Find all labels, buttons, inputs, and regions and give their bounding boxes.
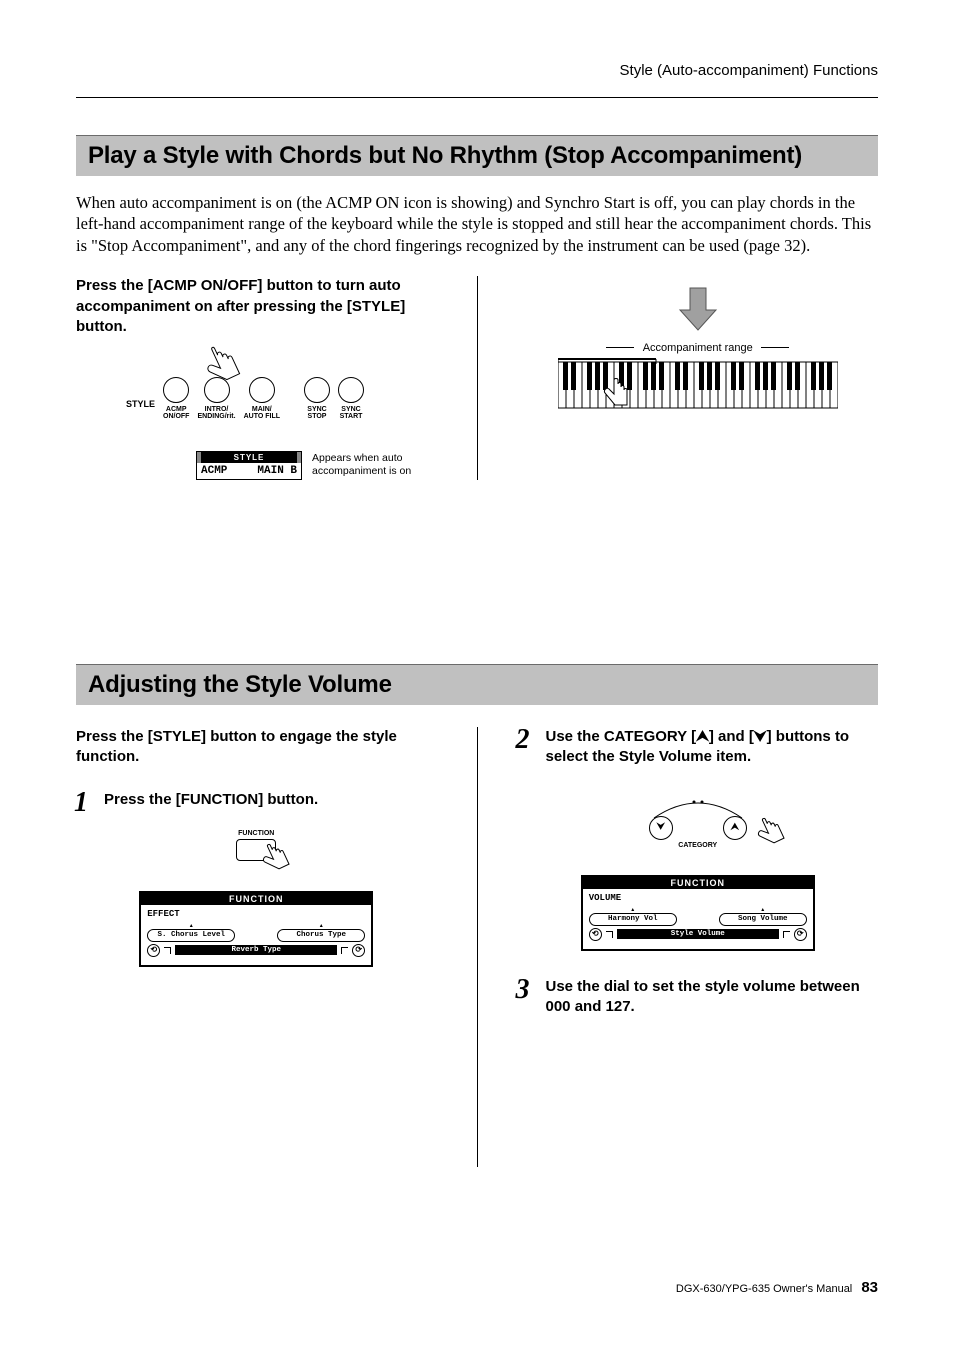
knob-left-icon: ⟲	[147, 944, 160, 957]
section-style-volume: Adjusting the Style Volume Press the [ST…	[76, 664, 878, 1167]
step-1: 1 Press the [FUNCTION] button.	[76, 790, 437, 810]
section-title-bar-2: Adjusting the Style Volume	[76, 664, 878, 705]
category-down-icon: ⮟	[754, 728, 767, 745]
arrow-down-icon	[678, 286, 718, 332]
function-lcd-a: FUNCTION EFFECT ▴ S. Chorus Level ▴ Chor…	[139, 891, 373, 967]
category-down-button: ⮟	[649, 816, 673, 840]
step-number-2: 2	[516, 721, 530, 759]
hand-pointer-icon	[750, 814, 794, 858]
step-3-text: Use the dial to set the style volume bet…	[546, 978, 860, 1015]
section-title: Play a Style with Chords but No Rhythm (…	[88, 142, 866, 170]
lcd-tag: EFFECT	[147, 909, 365, 919]
function-lcd-b: FUNCTION VOLUME ▴ Harmony Vol ▴ Song Vol…	[581, 875, 815, 951]
style-label: STYLE	[126, 399, 155, 421]
section-title-bar: Play a Style with Chords but No Rhythm (…	[76, 135, 878, 176]
hand-pointer-icon	[255, 840, 299, 884]
left-column: Press the [ACMP ON/OFF] button to turn a…	[76, 276, 437, 479]
sync-start-button: SYNC START	[338, 377, 364, 421]
page: Style (Auto-accompaniment) Functions Pla…	[0, 0, 954, 1351]
step-2-text-a: Use the CATEGORY [	[546, 728, 697, 745]
step-3: 3 Use the dial to set the style volume b…	[518, 977, 879, 1018]
pill-right: Chorus Type	[277, 929, 365, 942]
lcd-header: STYLE	[197, 452, 301, 463]
button-row: STYLE ACMP ON/OFF INTRO/ ENDING/rit. MAI…	[126, 377, 426, 421]
lcd-acmp-indicator: ACMP	[201, 465, 227, 477]
function-button	[236, 839, 276, 861]
lcd-display-figure: STYLE ACMP MAIN B Appears when auto acco…	[196, 451, 437, 480]
step-number-1: 1	[74, 784, 88, 822]
lcd-main-indicator: MAIN B	[257, 465, 297, 477]
button-panel-figure: STYLE ACMP ON/OFF INTRO/ ENDING/rit. MAI…	[126, 377, 426, 421]
two-column-layout: Press the [ACMP ON/OFF] button to turn a…	[76, 276, 878, 479]
function-label: FUNCTION	[76, 830, 437, 837]
header-rule	[76, 97, 878, 98]
intro-paragraph: When auto accompaniment is on (the ACMP …	[76, 192, 878, 256]
pill-right: Song Volume	[719, 913, 807, 926]
sync-stop-button: SYNC STOP	[304, 377, 330, 421]
right-column-2: 2 Use the CATEGORY [⮝] and [⮟] buttons t…	[518, 727, 879, 1167]
pill-left: Harmony Vol	[589, 913, 677, 926]
column-divider-2	[477, 727, 478, 1167]
page-header: Style (Auto-accompaniment) Functions	[620, 62, 878, 79]
knob-right-icon: ⟳	[352, 944, 365, 957]
step-number-3: 3	[516, 971, 530, 1009]
manual-title: DGX-630/YPG-635 Owner's Manual	[676, 1283, 852, 1295]
lcd-screen: STYLE ACMP MAIN B	[196, 451, 302, 480]
step-2-text-b: ] and [	[709, 728, 754, 745]
accompaniment-range-label: Accompaniment range	[518, 338, 879, 358]
page-footer: DGX-630/YPG-635 Owner's Manual 83	[676, 1279, 878, 1296]
lcd-header: FUNCTION	[583, 877, 813, 889]
right-column: Accompaniment range	[518, 276, 879, 479]
function-button-figure: FUNCTION	[76, 830, 437, 861]
knob-left-icon: ⟲	[589, 928, 602, 941]
step-1-text: Press the [FUNCTION] button.	[104, 791, 318, 808]
pill-left: S. Chorus Level	[147, 929, 235, 942]
selected-item: Style Volume	[617, 929, 779, 939]
section-stop-accompaniment: Play a Style with Chords but No Rhythm (…	[76, 135, 878, 480]
selected-item: Reverb Type	[175, 945, 337, 955]
category-buttons-figure: ⮟ ⮝ CATEGORY	[608, 792, 788, 849]
style-instruction: Press the [STYLE] button to engage the s…	[76, 727, 437, 768]
lcd-caption: Appears when auto accompaniment is on	[312, 452, 422, 478]
left-column-2: Press the [STYLE] button to engage the s…	[76, 727, 437, 1167]
column-divider	[477, 276, 478, 479]
step-2: 2 Use the CATEGORY [⮝] and [⮟] buttons t…	[518, 727, 879, 768]
keyboard-figure: Accompaniment range	[518, 286, 879, 418]
section-title-2: Adjusting the Style Volume	[88, 671, 866, 699]
knob-right-icon: ⟳	[794, 928, 807, 941]
lcd-header: FUNCTION	[141, 893, 371, 905]
category-up-icon: ⮝	[696, 728, 709, 745]
acmp-instruction: Press the [ACMP ON/OFF] button to turn a…	[76, 276, 437, 337]
two-column-layout-2: Press the [STYLE] button to engage the s…	[76, 727, 878, 1167]
acmp-onoff-button: ACMP ON/OFF	[163, 377, 189, 421]
category-up-button: ⮝	[723, 816, 747, 840]
hand-pointer-icon	[194, 341, 254, 401]
page-number: 83	[861, 1279, 878, 1296]
keyboard-illustration	[558, 358, 838, 418]
lcd-tag: VOLUME	[589, 893, 807, 903]
